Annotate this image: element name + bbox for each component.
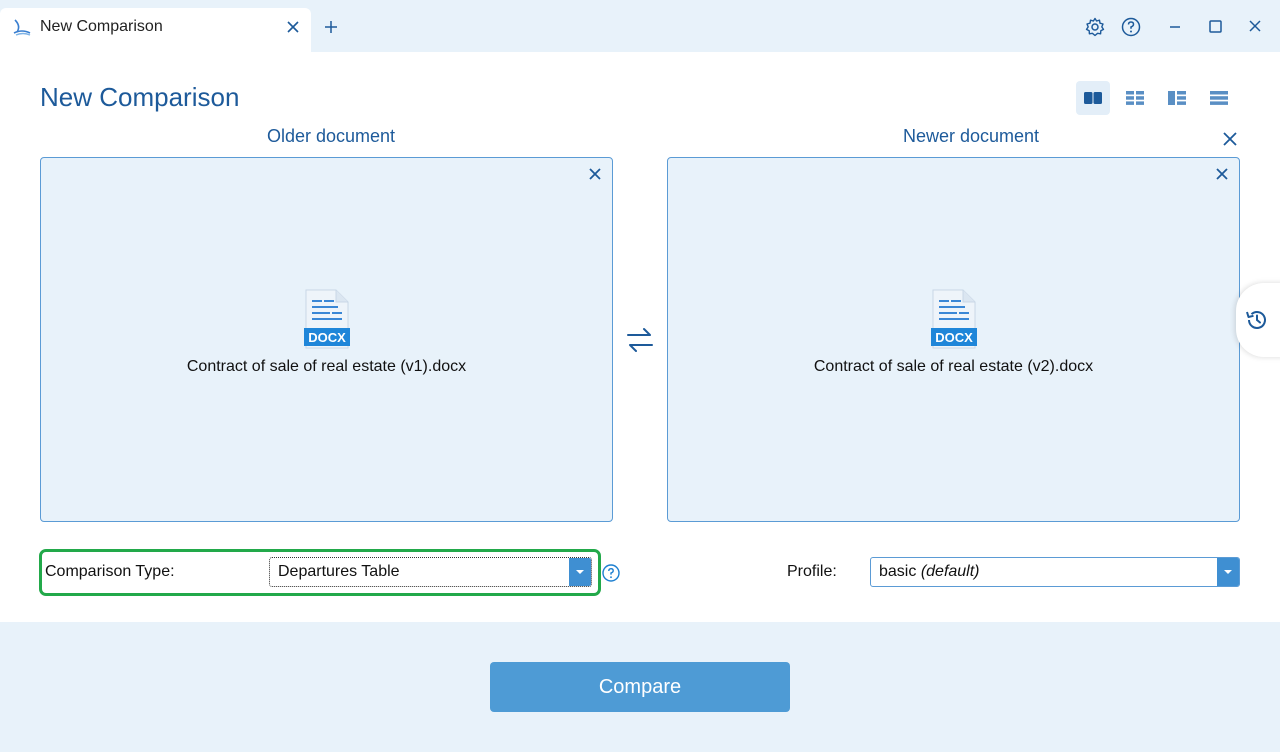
profile-name: basic [879, 563, 917, 580]
close-tab-icon[interactable] [284, 18, 302, 36]
remove-documents-icon[interactable] [1220, 129, 1240, 149]
docx-file-icon: DOCX [931, 289, 977, 349]
grid-view-icon [1126, 91, 1144, 105]
docx-file-icon: DOCX [304, 289, 350, 349]
history-icon [1246, 311, 1266, 329]
history-button[interactable] [1236, 283, 1280, 357]
help-icon[interactable] [601, 563, 621, 583]
older-file-name: Contract of sale of real estate (v1).doc… [186, 358, 467, 375]
profile-value: basic (default) [879, 563, 980, 581]
list-view-icon [1210, 91, 1228, 105]
tab-new-comparison[interactable]: New Comparison [0, 8, 311, 52]
close-icon[interactable] [1213, 165, 1231, 183]
grid-view-button[interactable] [1118, 81, 1152, 115]
app-logo-icon [13, 19, 31, 36]
file-type-label: DOCX [308, 330, 346, 345]
profile-select[interactable]: basic (default) [870, 557, 1240, 587]
split-view-icon [1168, 91, 1186, 105]
side-by-side-view-button[interactable] [1076, 81, 1110, 115]
newer-document-label: Newer document [902, 126, 1040, 146]
title-bar: New Comparison [0, 0, 1280, 52]
newer-document-dropzone[interactable]: DOCX Contract of sale of real estate (v2… [667, 157, 1240, 522]
maximize-icon[interactable] [1204, 16, 1226, 38]
older-document-label: Older document [266, 126, 396, 146]
chevron-down-icon[interactable] [569, 558, 591, 586]
file-type-label: DOCX [935, 330, 973, 345]
minimize-icon[interactable] [1164, 16, 1186, 38]
comparison-type-select[interactable]: Departures Table [269, 557, 592, 587]
list-view-button[interactable] [1202, 81, 1236, 115]
older-document-dropzone[interactable]: DOCX Contract of sale of real estate (v1… [40, 157, 613, 522]
comparison-type-label: Comparison Type: [45, 563, 175, 580]
split-view-button[interactable] [1160, 81, 1194, 115]
swap-icon[interactable] [624, 324, 656, 356]
chevron-down-icon[interactable] [1217, 558, 1239, 586]
close-window-icon[interactable] [1244, 16, 1266, 38]
tab-title: New Comparison [40, 18, 163, 35]
settings-icon[interactable] [1084, 16, 1106, 38]
page-title: New Comparison [40, 82, 240, 112]
profile-label: Profile: [787, 563, 837, 580]
compare-button[interactable]: Compare [490, 662, 790, 712]
profile-default-note: (default) [920, 563, 980, 580]
close-icon[interactable] [586, 165, 604, 183]
newer-file-name: Contract of sale of real estate (v2).doc… [813, 358, 1094, 375]
side-by-side-view-icon [1084, 92, 1102, 104]
comparison-type-value: Departures Table [278, 563, 400, 580]
plus-icon[interactable] [321, 17, 341, 37]
help-icon[interactable] [1120, 16, 1142, 38]
main-panel: New Comparison Older document Newer docu… [0, 52, 1280, 622]
